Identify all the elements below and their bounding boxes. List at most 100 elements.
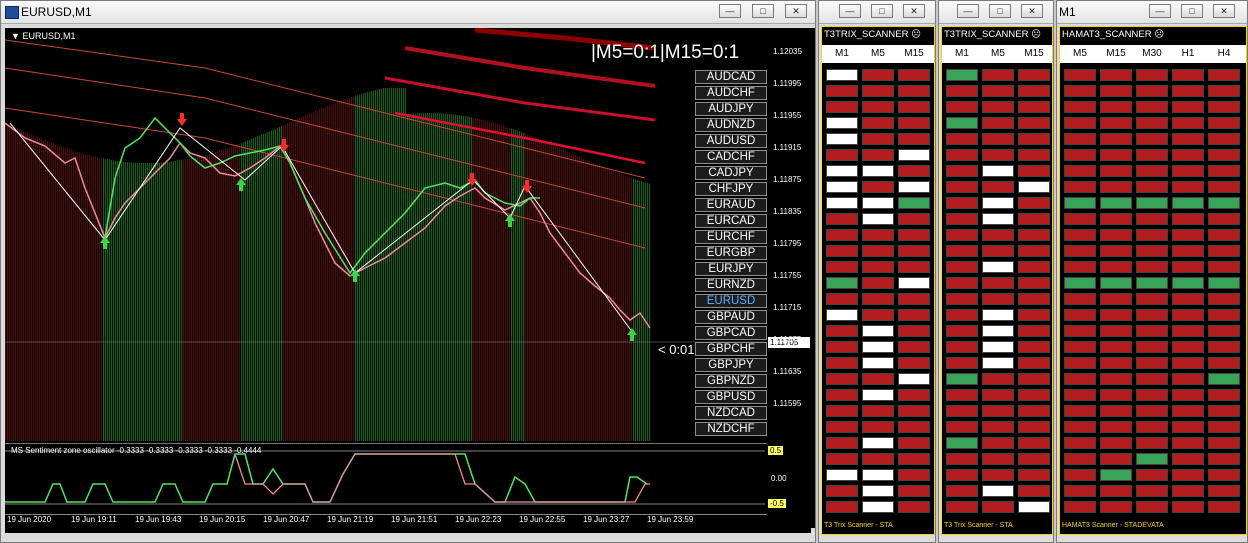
scanner-cell[interactable] [1100, 245, 1132, 257]
scanner-cell[interactable] [898, 501, 930, 513]
scanner-cell[interactable] [1100, 325, 1132, 337]
scanner-cell[interactable] [982, 117, 1014, 129]
scanner-cell[interactable] [982, 101, 1014, 113]
symbol-button-audcad[interactable]: AUDCAD [695, 70, 767, 84]
scanner-cell[interactable] [1100, 357, 1132, 369]
scanner-cell[interactable] [898, 277, 930, 289]
scanner-cell[interactable] [1208, 293, 1240, 305]
scanner-cell[interactable] [1136, 85, 1168, 97]
scanner-cell[interactable] [1136, 197, 1168, 209]
scanner-cell[interactable] [982, 405, 1014, 417]
scanner-cell[interactable] [898, 133, 930, 145]
scanner-cell[interactable] [1018, 485, 1050, 497]
scanner-cell[interactable] [946, 309, 978, 321]
scanner-cell[interactable] [862, 213, 894, 225]
scanner-cell[interactable] [826, 213, 858, 225]
scanner-cell[interactable] [1172, 405, 1204, 417]
scanner2-close-button[interactable]: ✕ [1021, 4, 1043, 18]
scanner-cell[interactable] [1100, 85, 1132, 97]
scanner-cell[interactable] [898, 261, 930, 273]
scanner-cell[interactable] [826, 245, 858, 257]
scanner-cell[interactable] [982, 277, 1014, 289]
scanner-cell[interactable] [898, 421, 930, 433]
scanner-cell[interactable] [1064, 181, 1096, 193]
scanner-cell[interactable] [898, 437, 930, 449]
scanner-cell[interactable] [1172, 437, 1204, 449]
scanner-cell[interactable] [1100, 149, 1132, 161]
scanner-cell[interactable] [1208, 485, 1240, 497]
scanner-cell[interactable] [946, 453, 978, 465]
scanner-cell[interactable] [1018, 101, 1050, 113]
scanner-cell[interactable] [1136, 245, 1168, 257]
scanner-cell[interactable] [1136, 309, 1168, 321]
scanner-cell[interactable] [982, 421, 1014, 433]
scanner-cell[interactable] [1064, 485, 1096, 497]
scanner-cell[interactable] [862, 501, 894, 513]
scanner-cell[interactable] [982, 261, 1014, 273]
scanner-cell[interactable] [1064, 85, 1096, 97]
scanner-cell[interactable] [1208, 453, 1240, 465]
scanner-cell[interactable] [1172, 117, 1204, 129]
scanner-cell[interactable] [862, 117, 894, 129]
scanner-cell[interactable] [826, 69, 858, 81]
scanner-cell[interactable] [1064, 357, 1096, 369]
scanner-cell[interactable] [898, 373, 930, 385]
scanner-cell[interactable] [1172, 389, 1204, 401]
scanner-cell[interactable] [1136, 293, 1168, 305]
scanner-cell[interactable] [982, 181, 1014, 193]
scanner-cell[interactable] [862, 101, 894, 113]
scanner-cell[interactable] [1018, 501, 1050, 513]
scanner-cell[interactable] [898, 69, 930, 81]
scanner-cell[interactable] [1208, 197, 1240, 209]
scanner-cell[interactable] [1018, 357, 1050, 369]
scanner-cell[interactable] [1100, 485, 1132, 497]
scanner-cell[interactable] [1064, 149, 1096, 161]
scanner-cell[interactable] [946, 133, 978, 145]
scanner-cell[interactable] [946, 373, 978, 385]
scanner-cell[interactable] [826, 357, 858, 369]
scanner1-close-button[interactable]: ✕ [903, 4, 925, 18]
chart-titlebar[interactable]: EURUSD,M1 — □ ✕ [1, 1, 815, 24]
symbol-button-gbpjpy[interactable]: GBPJPY [695, 358, 767, 372]
scanner-cell[interactable] [826, 421, 858, 433]
scanner-cell[interactable] [898, 117, 930, 129]
symbol-button-eurchf[interactable]: EURCHF [695, 230, 767, 244]
scanner-cell[interactable] [1018, 261, 1050, 273]
scanner-cell[interactable] [826, 341, 858, 353]
scanner-cell[interactable] [1018, 373, 1050, 385]
scanner-cell[interactable] [1208, 437, 1240, 449]
scanner-cell[interactable] [862, 197, 894, 209]
scanner-cell[interactable] [862, 485, 894, 497]
scanner-cell[interactable] [1208, 213, 1240, 225]
scanner-cell[interactable] [1172, 501, 1204, 513]
scanner-cell[interactable] [1172, 245, 1204, 257]
scanner-cell[interactable] [1172, 421, 1204, 433]
scanner-cell[interactable] [1064, 405, 1096, 417]
symbol-button-audjpy[interactable]: AUDJPY [695, 102, 767, 116]
scanner-cell[interactable] [1018, 165, 1050, 177]
scanner-cell[interactable] [898, 101, 930, 113]
scanner-cell[interactable] [982, 245, 1014, 257]
symbol-button-nzdcad[interactable]: NZDCAD [695, 406, 767, 420]
symbol-button-eurgbp[interactable]: EURGBP [695, 246, 767, 260]
scanner-cell[interactable] [1064, 293, 1096, 305]
scanner-cell[interactable] [1100, 453, 1132, 465]
scanner-cell[interactable] [946, 229, 978, 241]
symbol-button-euraud[interactable]: EURAUD [695, 198, 767, 212]
scanner-cell[interactable] [946, 341, 978, 353]
scanner-cell[interactable] [898, 165, 930, 177]
scanner-cell[interactable] [1172, 165, 1204, 177]
scanner-cell[interactable] [1208, 277, 1240, 289]
scanner-cell[interactable] [1172, 149, 1204, 161]
scanner-cell[interactable] [1100, 229, 1132, 241]
scanner-cell[interactable] [1136, 469, 1168, 481]
scanner-cell[interactable] [1136, 165, 1168, 177]
scanner-cell[interactable] [862, 229, 894, 241]
scanner2-minimize-button[interactable]: — [957, 4, 979, 18]
scanner-cell[interactable] [946, 389, 978, 401]
scanner-cell[interactable] [1100, 341, 1132, 353]
scanner-cell[interactable] [862, 421, 894, 433]
scanner3-titlebar[interactable]: M1 — □ ✕ [1057, 1, 1247, 24]
scanner-cell[interactable] [1208, 149, 1240, 161]
scanner3-minimize-button[interactable]: — [1149, 4, 1171, 18]
